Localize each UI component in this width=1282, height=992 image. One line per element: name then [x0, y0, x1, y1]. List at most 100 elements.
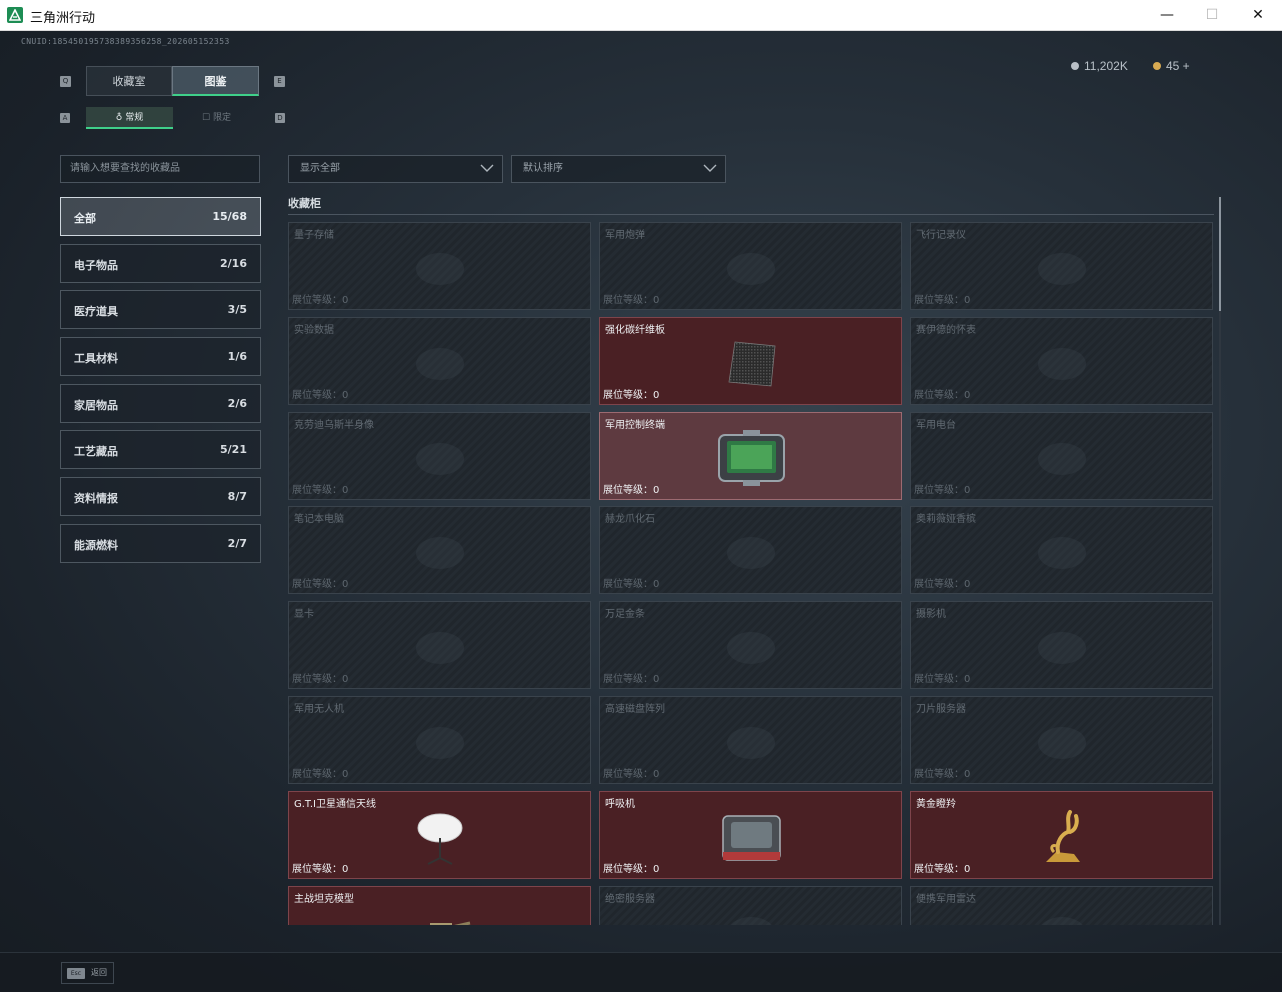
card-level-label: 展位等级：	[292, 485, 342, 496]
tab-next-key: E	[274, 76, 285, 87]
card-level-label: 展位等级：	[292, 769, 342, 780]
card-name: G.T.I卫星通信天线	[294, 799, 376, 810]
card-name: 军用控制终端	[605, 420, 665, 431]
card-level-value: 0	[964, 864, 971, 875]
section-divider	[288, 214, 1214, 215]
card-level-value: 0	[653, 674, 660, 685]
card-name: 便携军用雷达	[916, 894, 976, 905]
card-name: 赛伊德的怀表	[916, 325, 976, 336]
back-button[interactable]: Esc 返回	[61, 962, 114, 984]
card-name: 绝密服务器	[605, 894, 655, 905]
collection-card[interactable]: 便携军用雷达展位等级：0	[910, 886, 1213, 925]
card-level: 展位等级：0	[603, 575, 659, 590]
collection-card[interactable]: 赛伊德的怀表 展位等级：0	[910, 317, 1213, 405]
card-name: 黄金瞪羚	[916, 799, 956, 810]
collection-card[interactable]: 克劳迪乌斯半身像展位等级：0	[288, 412, 591, 500]
card-level: 展位等级：0	[603, 765, 659, 780]
category-crafts[interactable]: 工艺藏品 5/21	[60, 430, 261, 469]
sort-dropdown[interactable]: 默认排序	[511, 155, 726, 183]
card-level: 展位等级：0	[292, 481, 348, 496]
category-energy[interactable]: 能源燃料 2/7	[60, 524, 261, 563]
currency-gold[interactable]: 45 +	[1153, 59, 1190, 73]
card-level-value: 0	[964, 674, 971, 685]
window-titlebar: 三角洲行动 — ☐ ✕	[0, 0, 1282, 31]
search-input[interactable]: 请输入想要查找的收藏品	[60, 155, 260, 183]
category-count: 1/6	[227, 350, 247, 363]
collection-card[interactable]: 飞行记录仪 展位等级：0	[910, 222, 1213, 310]
collection-card[interactable]: 军用炮弹 展位等级：0	[599, 222, 902, 310]
user-id-label: CNUID:1854501957383893562​58_20260515235…	[21, 37, 230, 46]
collection-card[interactable]: 军用控制终端 展位等级：0	[599, 412, 902, 500]
card-level-label: 展位等级：	[914, 864, 964, 875]
collection-card[interactable]: 主战坦克模型展位等级：0	[288, 886, 591, 925]
filter-value: 显示全部	[300, 163, 340, 174]
card-level-value: 0	[653, 485, 660, 496]
collection-card[interactable]: 高速磁盘阵列 展位等级：0	[599, 696, 902, 784]
card-level-value: 0	[653, 295, 660, 306]
category-count: 15/68	[212, 210, 247, 223]
collection-card[interactable]: 笔记本电脑 展位等级：0	[288, 506, 591, 594]
card-name: 量子存储	[294, 230, 334, 241]
subtab-limited[interactable]: ☐ 限定	[173, 107, 260, 129]
footer-bar: Esc 返回	[0, 952, 1282, 992]
card-level: 展位等级：0	[292, 670, 348, 685]
card-level: 展位等级：0	[292, 765, 348, 780]
scrollbar-thumb[interactable]	[1219, 197, 1221, 311]
category-intel[interactable]: 资料情报 8/7	[60, 477, 261, 516]
card-level-label: 展位等级：	[914, 769, 964, 780]
collection-card[interactable]: 赫龙爪化石 展位等级：0	[599, 506, 902, 594]
subtab-regular[interactable]: ♁ 常规	[86, 107, 173, 129]
category-count: 2/7	[227, 537, 247, 550]
collection-card[interactable]: 刀片服务器 展位等级：0	[910, 696, 1213, 784]
card-level-label: 展位等级：	[914, 390, 964, 401]
card-level-value: 0	[653, 579, 660, 590]
category-household[interactable]: 家居物品 2/6	[60, 384, 261, 423]
collection-card[interactable]: 军用电台 展位等级：0	[910, 412, 1213, 500]
collection-card[interactable]: 奥莉薇娅香槟 展位等级：0	[910, 506, 1213, 594]
close-button[interactable]: ✕	[1235, 0, 1281, 30]
collection-card[interactable]: 黄金瞪羚展位等级：0	[910, 791, 1213, 879]
collection-card[interactable]: 实验数据 展位等级：0	[288, 317, 591, 405]
tab-collection-room[interactable]: 收藏室	[86, 66, 172, 96]
window-title: 三角洲行动	[30, 11, 96, 26]
card-level: 展位等级：0	[914, 291, 970, 306]
card-level: 展位等级：0	[914, 670, 970, 685]
collection-card[interactable]: 强化碳纤维板 展位等级：0	[599, 317, 902, 405]
subtab-prev-key: A	[60, 113, 70, 123]
category-count: 2/16	[220, 257, 247, 270]
collection-card[interactable]: 量子存储 展位等级：0	[288, 222, 591, 310]
category-medical[interactable]: 医疗道具 3/5	[60, 290, 261, 329]
card-name: 克劳迪乌斯半身像	[294, 420, 374, 431]
card-level-value: 0	[342, 674, 349, 685]
minimize-button[interactable]: —	[1144, 0, 1190, 30]
card-name: 主战坦克模型	[294, 894, 354, 905]
category-electronics[interactable]: 电子物品 2/16	[60, 244, 261, 283]
card-level: 展位等级：0	[603, 670, 659, 685]
card-level-label: 展位等级：	[292, 579, 342, 590]
gold-coin-icon	[1153, 62, 1161, 70]
card-name: 奥莉薇娅香槟	[916, 514, 976, 525]
category-tools[interactable]: 工具材料 1/6	[60, 337, 261, 376]
filter-dropdown[interactable]: 显示全部	[288, 155, 503, 183]
subtab-regular-label: 常规	[125, 113, 144, 123]
tab-catalog[interactable]: 图鉴	[172, 66, 259, 96]
collection-card[interactable]: G.T.I卫星通信天线 展位等级：0	[288, 791, 591, 879]
card-level-label: 展位等级：	[603, 485, 653, 496]
card-level-value: 0	[653, 390, 660, 401]
card-name: 军用炮弹	[605, 230, 645, 241]
chevron-down-icon	[480, 164, 494, 172]
regular-icon: ♁	[115, 113, 126, 123]
collection-card[interactable]: 军用无人机展位等级：0	[288, 696, 591, 784]
collection-card[interactable]: 呼吸机 展位等级：0	[599, 791, 902, 879]
collection-card[interactable]: 显卡 展位等级：0	[288, 601, 591, 689]
maximize-button[interactable]: ☐	[1189, 0, 1235, 30]
category-all[interactable]: 全部 15/68	[60, 197, 261, 236]
subtab-next-key: D	[275, 113, 285, 123]
collection-card[interactable]: 万足金条 展位等级：0	[599, 601, 902, 689]
collection-card[interactable]: 绝密服务器展位等级：0	[599, 886, 902, 925]
category-count: 3/5	[227, 303, 247, 316]
card-name: 军用无人机	[294, 704, 344, 715]
collection-card[interactable]: 摄影机 展位等级：0	[910, 601, 1213, 689]
card-level-label: 展位等级：	[603, 390, 653, 401]
tab-prev-key: Q	[60, 76, 71, 87]
